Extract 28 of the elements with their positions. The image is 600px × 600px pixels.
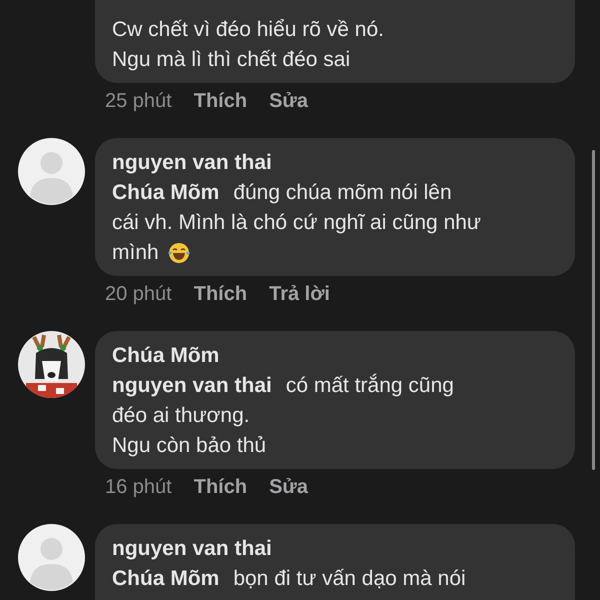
mention-link[interactable]: nguyen van thai: [112, 371, 272, 401]
action-link[interactable]: Trả lời: [269, 279, 330, 309]
action-link[interactable]: Sửa: [269, 86, 308, 116]
author-name[interactable]: Chúa Mõm: [112, 341, 558, 371]
author-name[interactable]: nguyen van thai: [112, 148, 558, 178]
timestamp: 20 phút: [105, 282, 172, 307]
comment-text: đéo ai thương.: [112, 403, 250, 429]
scrollbar[interactable]: [592, 150, 595, 470]
comment-text: cái vh. Mình là chó cứ nghĩ ai cũng như: [112, 210, 481, 236]
comment-text: đúng chúa mõm nói lên: [233, 180, 452, 206]
action-link[interactable]: Sửa: [269, 472, 308, 502]
comment-text: Cw chết vì đéo hiểu rõ về nó.: [112, 17, 384, 43]
avatar[interactable]: [18, 524, 85, 591]
comment-text: có mất trắng cũng: [286, 372, 454, 399]
comment-text: mình: [112, 240, 159, 266]
mention-link[interactable]: Chúa Mõm: [112, 564, 220, 594]
comment-text: Ngu mà lì thì chết đéo sai: [112, 47, 350, 73]
comment-text: Ngu còn bảo thủ: [112, 433, 266, 459]
action-link[interactable]: Thích: [194, 279, 248, 309]
action-link[interactable]: Thích: [194, 86, 248, 116]
author-name[interactable]: nguyen van thai: [112, 534, 558, 564]
timestamp: 25 phút: [105, 89, 172, 114]
laughing-emoji-icon: [166, 241, 191, 265]
avatar[interactable]: [18, 138, 85, 205]
mention-link[interactable]: Chúa Mõm: [112, 178, 220, 208]
action-link[interactable]: Thích: [194, 472, 248, 502]
timestamp: 16 phút: [105, 475, 172, 500]
comment-text: bọn đi tư vấn dạo mà nói: [233, 566, 466, 592]
